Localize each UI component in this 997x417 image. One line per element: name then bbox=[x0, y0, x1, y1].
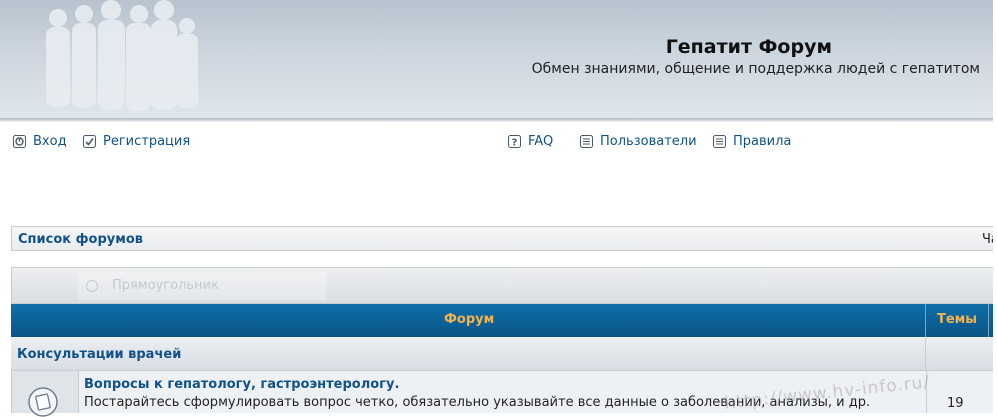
members-label: Пользователи bbox=[600, 134, 697, 149]
header-topics: Темы bbox=[937, 312, 978, 327]
forum-topic-count: 19 bbox=[947, 396, 964, 411]
ghost-overlay: Прямоугольник bbox=[78, 272, 326, 300]
rules-list-icon bbox=[713, 135, 726, 148]
members-link[interactable]: Пользователи bbox=[580, 134, 697, 149]
site-logo-people bbox=[46, 0, 198, 111]
category-row: Консультации врачей bbox=[11, 337, 997, 371]
category-link[interactable]: Консультации врачей bbox=[17, 347, 181, 362]
category-divider bbox=[925, 337, 926, 371]
rules-label: Правила bbox=[733, 134, 792, 149]
breadcrumb-index-link[interactable]: Список форумов bbox=[18, 232, 143, 247]
register-label: Регистрация bbox=[103, 134, 191, 149]
login-icon bbox=[13, 135, 26, 148]
right-edge bbox=[993, 0, 997, 413]
login-link[interactable]: Вход bbox=[13, 134, 67, 149]
forum-table-header: Форум Темы bbox=[11, 304, 997, 337]
faq-label: FAQ bbox=[528, 134, 554, 149]
ghost-label: Прямоугольник bbox=[112, 278, 219, 293]
login-label: Вход bbox=[33, 134, 67, 149]
register-icon bbox=[83, 135, 96, 148]
header-forum: Форум bbox=[444, 312, 495, 327]
faq-icon: ? bbox=[508, 135, 521, 148]
header-divider-col bbox=[925, 304, 926, 337]
forum-toolbar: Прямоугольник bbox=[11, 267, 997, 304]
site-title: Гепатит Форум bbox=[665, 36, 832, 58]
forum-icon-cell bbox=[12, 371, 78, 417]
site-header: Гепатит Форум Обмен знаниями, общение и … bbox=[0, 0, 997, 118]
header-divider-col-2 bbox=[988, 304, 989, 337]
register-link[interactable]: Регистрация bbox=[83, 134, 190, 149]
breadcrumb: Список форумов Ча bbox=[11, 226, 997, 251]
rules-link[interactable]: Правила bbox=[713, 134, 791, 149]
forum-row-divider bbox=[78, 371, 79, 413]
ghost-copyright-icon bbox=[86, 279, 98, 292]
members-list-icon bbox=[580, 135, 593, 148]
faq-link[interactable]: ? FAQ bbox=[508, 134, 553, 149]
header-divider bbox=[0, 118, 997, 122]
forum-title-link[interactable]: Вопросы к гепатологу, гастроэнтерологу. bbox=[84, 377, 399, 392]
site-description: Обмен знаниями, общение и поддержка люде… bbox=[531, 61, 980, 77]
svg-text:?: ? bbox=[512, 138, 518, 149]
